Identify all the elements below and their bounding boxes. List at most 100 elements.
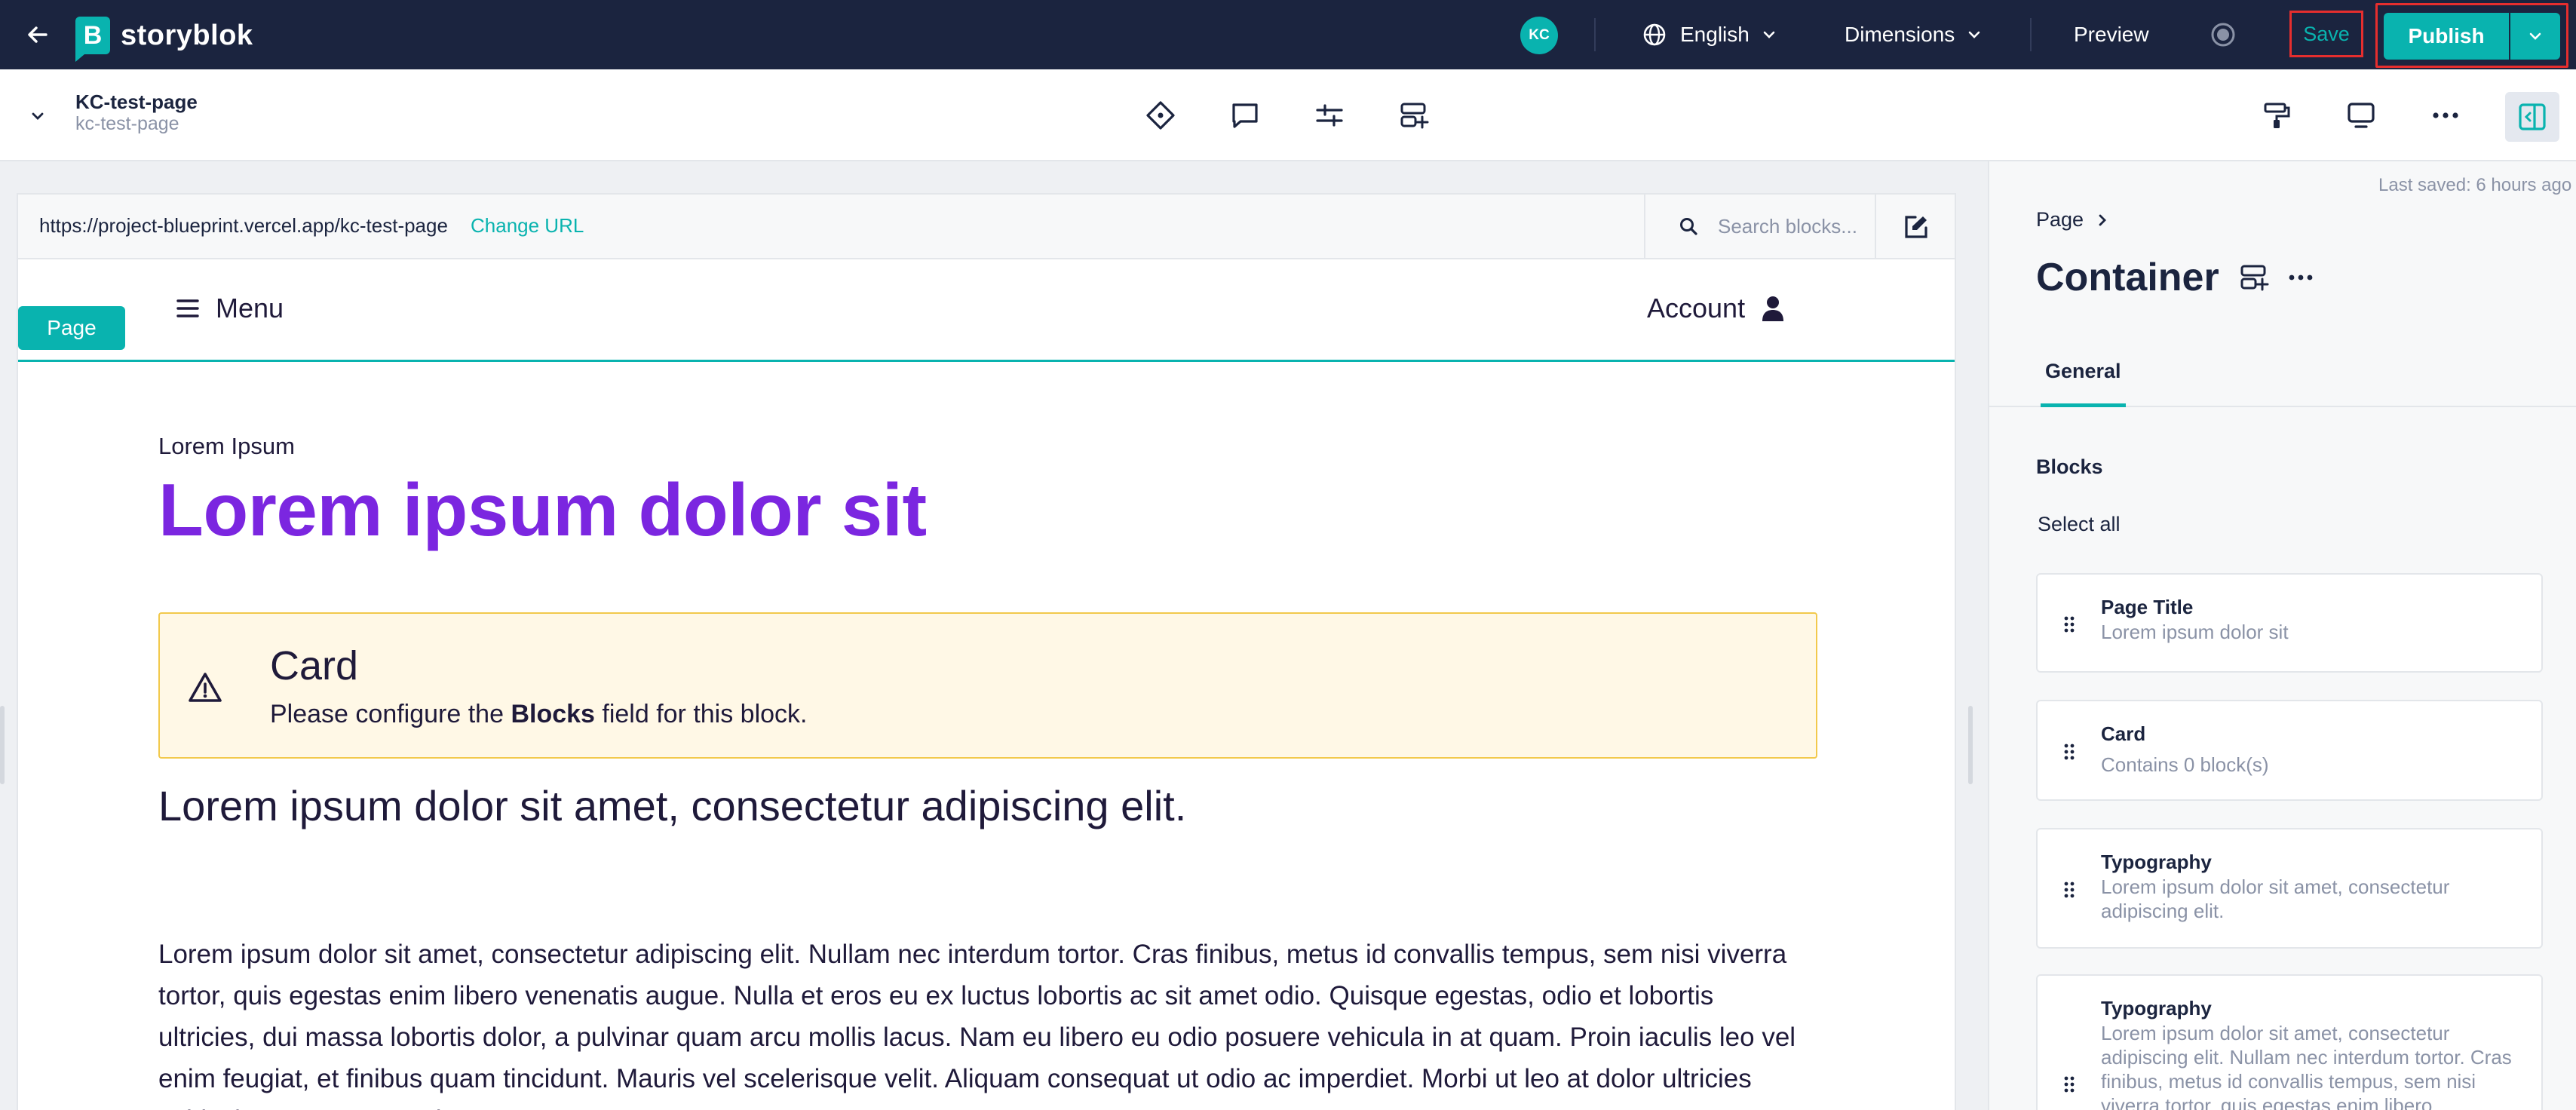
story-name: KC-test-page bbox=[75, 90, 198, 113]
typography-paragraph[interactable]: Lorem ipsum dolor sit amet, consectetur … bbox=[158, 934, 1817, 1110]
more-icon[interactable] bbox=[2289, 274, 2313, 281]
language-selector[interactable]: English bbox=[1642, 17, 1775, 53]
block-item-typography[interactable]: Typography Lorem ipsum dolor sit amet, c… bbox=[2036, 828, 2543, 949]
edit-icon bbox=[1905, 216, 1927, 238]
warning-title: Card bbox=[270, 643, 359, 688]
add-block-icon bbox=[1400, 103, 1429, 129]
drag-handle-icon[interactable] bbox=[2063, 881, 2075, 899]
drag-handle-icon[interactable] bbox=[2063, 615, 2075, 633]
search-blocks-placeholder: Search blocks... bbox=[1718, 214, 1857, 238]
publish-button[interactable]: Publish bbox=[2384, 13, 2509, 60]
publish-options-button[interactable] bbox=[2510, 13, 2560, 60]
style-button[interactable] bbox=[2258, 97, 2295, 134]
site-account-button[interactable]: Account bbox=[1647, 293, 1784, 324]
record-icon bbox=[2211, 23, 2235, 47]
block-item-name: Card bbox=[2101, 722, 2146, 745]
block-item-card[interactable]: Card Contains 0 block(s) bbox=[2036, 700, 2543, 801]
add-block-button[interactable] bbox=[1395, 97, 1433, 134]
edit-mode-button[interactable] bbox=[1900, 211, 1932, 243]
warning-message-field: Blocks bbox=[511, 700, 595, 728]
globe-icon bbox=[1643, 23, 1666, 46]
drag-handle-icon[interactable] bbox=[2063, 743, 2075, 761]
preview-status-toggle[interactable] bbox=[2211, 23, 2235, 47]
save-button[interactable]: Save bbox=[2289, 11, 2363, 57]
chevron-right-icon bbox=[2099, 214, 2107, 225]
typography-subheading[interactable]: Lorem ipsum dolor sit amet, consectetur … bbox=[158, 781, 1186, 830]
page-block-tag[interactable]: Page bbox=[18, 306, 125, 350]
preview-canvas: https://project-blueprint.vercel.app/kc-… bbox=[17, 193, 1956, 1110]
storyblok-logo[interactable]: B storyblok bbox=[75, 17, 253, 62]
page-headline[interactable]: Lorem ipsum dolor sit bbox=[158, 468, 927, 553]
breadcrumb[interactable]: Page bbox=[2036, 208, 2107, 232]
workflow-button[interactable] bbox=[1142, 97, 1179, 134]
panel-toggle-button[interactable] bbox=[2505, 92, 2559, 142]
sliders-icon bbox=[1316, 104, 1343, 127]
settings-button[interactable] bbox=[1311, 97, 1348, 134]
hamburger-icon bbox=[176, 299, 199, 317]
monitor-icon bbox=[2348, 103, 2375, 128]
block-editor-panel: Last saved: 6 hours ago Page Container G… bbox=[1988, 161, 2576, 1110]
block-item-description: Lorem ipsum dolor sit amet, consectetur … bbox=[2101, 875, 2450, 922]
block-item-description: Lorem ipsum dolor sit bbox=[2101, 621, 2289, 643]
chevron-down-icon bbox=[2529, 32, 2541, 40]
menu-label: Menu bbox=[216, 293, 284, 323]
eyebrow-text[interactable]: Lorem Ipsum bbox=[158, 433, 295, 460]
site-header: Page Menu Account bbox=[18, 259, 1955, 362]
search-icon bbox=[1680, 218, 1697, 235]
block-item-name: Typography bbox=[2101, 851, 2212, 873]
story-toolbar: KC-test-page kc-test-page bbox=[0, 69, 2576, 161]
block-item-description: Contains 0 block(s) bbox=[2101, 753, 2269, 776]
warning-icon bbox=[189, 673, 222, 702]
chevron-down-icon bbox=[1763, 31, 1775, 38]
change-url-link[interactable]: Change URL bbox=[471, 214, 584, 238]
story-collapse-button[interactable] bbox=[24, 103, 51, 130]
tab-general[interactable]: General bbox=[2041, 339, 2126, 407]
arrow-left-icon bbox=[28, 26, 48, 43]
comments-button[interactable] bbox=[1226, 97, 1264, 134]
drag-handle-icon[interactable] bbox=[2063, 1075, 2075, 1093]
block-item-page-title[interactable]: Page Title Lorem ipsum dolor sit bbox=[2036, 573, 2543, 673]
blocks-field-label: Blocks bbox=[2036, 455, 2103, 478]
site-menu-button[interactable]: Menu bbox=[176, 293, 284, 324]
account-label: Account bbox=[1647, 293, 1746, 323]
warning-message-suffix: field for this block. bbox=[594, 700, 808, 728]
block-item-name: Typography bbox=[2101, 997, 2212, 1020]
diamond-icon bbox=[1146, 101, 1175, 130]
logo-mark: B bbox=[75, 17, 110, 62]
dimensions-label: Dimensions bbox=[1845, 23, 1955, 46]
device-preview-button[interactable] bbox=[2342, 97, 2380, 134]
user-avatar[interactable]: KC bbox=[1520, 17, 1558, 54]
back-button[interactable] bbox=[23, 20, 53, 50]
warning-message-prefix: Please configure the bbox=[270, 700, 511, 728]
user-icon bbox=[1762, 296, 1784, 321]
dimensions-selector[interactable]: Dimensions bbox=[1845, 17, 1980, 53]
preview-url-bar: https://project-blueprint.vercel.app/kc-… bbox=[18, 195, 1955, 259]
block-title-row: Container bbox=[2036, 255, 2313, 300]
chevron-down-icon bbox=[1968, 31, 1980, 38]
chevron-down-icon bbox=[32, 112, 44, 120]
preview-button[interactable]: Preview bbox=[2074, 17, 2149, 53]
preview-url: https://project-blueprint.vercel.app/kc-… bbox=[39, 214, 448, 237]
search-blocks-input[interactable]: Search blocks... bbox=[1644, 195, 1876, 258]
more-options-button[interactable] bbox=[2427, 97, 2464, 134]
story-slug: kc-test-page bbox=[75, 113, 179, 134]
paint-roller-icon bbox=[2264, 103, 2290, 128]
panel-resize-handle[interactable] bbox=[1968, 706, 1973, 784]
breadcrumb-page[interactable]: Page bbox=[2036, 208, 2084, 232]
divider bbox=[1594, 18, 1596, 51]
language-label: English bbox=[1680, 23, 1750, 46]
card-warning-block[interactable]: Card Please configure the Blocks field f… bbox=[158, 612, 1817, 759]
block-item-name: Page Title bbox=[2101, 596, 2194, 618]
block-item-description: Lorem ipsum dolor sit amet, consectetur … bbox=[2101, 1022, 2512, 1110]
left-resize-handle[interactable] bbox=[0, 706, 5, 784]
comment-icon bbox=[1232, 103, 1258, 128]
warning-message: Please configure the Blocks field for th… bbox=[270, 700, 808, 729]
select-all-button[interactable]: Select all bbox=[2038, 513, 2121, 536]
divider bbox=[2030, 18, 2032, 51]
more-icon bbox=[2433, 112, 2458, 118]
panel-toggle-icon bbox=[2519, 103, 2546, 130]
block-item-typography[interactable]: Typography Lorem ipsum dolor sit amet, c… bbox=[2036, 974, 2543, 1110]
add-block-icon[interactable] bbox=[2239, 262, 2269, 293]
panel-tabs: General bbox=[1989, 339, 2576, 407]
block-title: Container bbox=[2036, 256, 2219, 299]
